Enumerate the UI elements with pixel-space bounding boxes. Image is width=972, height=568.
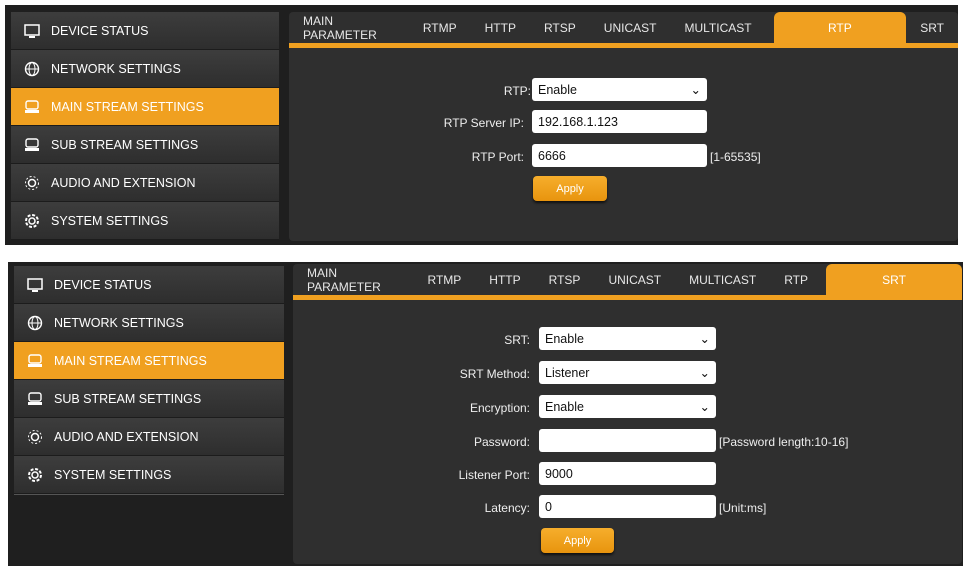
listener-port-label: Listener Port: [458,468,530,482]
tab-rtp[interactable]: RTP [770,264,822,295]
tab-rtp[interactable]: RTP [773,12,907,43]
srt-label: SRT: [504,333,530,347]
encryption-value: Enable [545,399,584,414]
srt-method-select[interactable]: Listener ⌄ [539,361,716,384]
password-hint: [Password length:10-16] [719,435,849,449]
sidebar-item-label: MAIN STREAM SETTINGS [51,99,204,114]
tab-multicast[interactable]: MULTICAST [670,12,765,43]
rtp-label: RTP: [503,84,531,98]
srt-select[interactable]: Enable ⌄ [539,327,716,350]
audio-extension-icon [26,428,44,446]
tab-rtmp[interactable]: RTMP [414,264,476,295]
rtp-server-ip-label: RTP Server IP: [443,116,524,130]
audio-extension-icon [23,174,41,192]
tab-bar: MAIN PARAMETER RTMP HTTP RTSP UNICAST MU… [289,12,958,48]
sidebar-item-label: DEVICE STATUS [51,23,149,38]
stream-icon [23,98,41,116]
sidebar-item-label: AUDIO AND EXTENSION [51,175,196,190]
rtp-select-value: Enable [538,82,577,97]
gear-icon [23,212,41,230]
globe-icon [26,314,44,332]
sidebar-item-network-settings[interactable]: NETWORK SETTINGS [14,304,284,342]
chevron-down-icon: ⌄ [699,400,710,414]
sidebar-item-label: SYSTEM SETTINGS [51,213,169,228]
sidebar-item-main-stream-settings[interactable]: MAIN STREAM SETTINGS [11,88,279,126]
rtp-select[interactable]: Enable ⌄ [532,78,707,101]
srt-select-value: Enable [545,331,584,346]
rtp-port-input[interactable]: 6666 [532,144,707,167]
apply-button[interactable]: Apply [541,528,614,553]
latency-label: Latency: [484,501,530,515]
tab-main-parameter[interactable]: MAIN PARAMETER [293,264,414,295]
rtp-port-label: RTP Port: [471,150,524,164]
apply-button[interactable]: Apply [533,176,607,201]
sidebar: DEVICE STATUS NETWORK SETTINGS MAIN STRE… [11,12,279,240]
stream-icon [23,136,41,154]
sidebar-item-system-settings[interactable]: SYSTEM SETTINGS [14,456,284,494]
sidebar-item-sub-stream-settings[interactable]: SUB STREAM SETTINGS [14,380,284,418]
sidebar-item-label: SYSTEM SETTINGS [54,467,172,482]
latency-input[interactable]: 0 [539,495,716,518]
tab-unicast[interactable]: UNICAST [590,12,671,43]
tab-http[interactable]: HTTP [471,12,530,43]
sidebar-item-system-settings[interactable]: SYSTEM SETTINGS [11,202,279,240]
latency-hint: [Unit:ms] [719,501,767,515]
stream-icon [26,390,44,408]
sidebar-item-label: DEVICE STATUS [54,277,152,292]
sidebar-item-sub-stream-settings[interactable]: SUB STREAM SETTINGS [11,126,279,164]
sidebar-item-label: NETWORK SETTINGS [51,61,181,76]
stream-icon [26,352,44,370]
rtp-server-ip-input[interactable]: 192.168.1.123 [532,110,707,133]
tab-main-parameter[interactable]: MAIN PARAMETER [289,12,409,43]
listener-port-input[interactable]: 9000 [539,462,716,485]
sidebar-item-device-status[interactable]: DEVICE STATUS [14,266,284,304]
encryption-select[interactable]: Enable ⌄ [539,395,716,418]
srt-method-value: Listener [545,365,590,380]
sidebar-item-label: SUB STREAM SETTINGS [54,391,202,406]
srt-screenshot-panel: DEVICE STATUS NETWORK SETTINGS MAIN STRE… [8,262,963,566]
content-area: MAIN PARAMETER RTMP HTTP RTSP UNICAST MU… [289,12,958,241]
tab-multicast[interactable]: MULTICAST [675,264,770,295]
tab-rtmp[interactable]: RTMP [409,12,471,43]
monitor-icon [23,22,41,40]
password-label: Password: [473,435,530,449]
sidebar-item-audio-and-extension[interactable]: AUDIO AND EXTENSION [14,418,284,456]
tab-srt[interactable]: SRT [826,264,962,295]
sidebar-item-label: AUDIO AND EXTENSION [54,429,199,444]
chevron-down-icon: ⌄ [690,83,701,97]
encryption-label: Encryption: [469,401,530,415]
sidebar-item-device-status[interactable]: DEVICE STATUS [11,12,279,50]
sidebar-item-label: NETWORK SETTINGS [54,315,184,330]
sidebar-item-label: SUB STREAM SETTINGS [51,137,199,152]
rtp-port-hint: [1-65535] [710,150,761,164]
content-area: MAIN PARAMETER RTMP HTTP RTSP UNICAST MU… [293,264,962,564]
password-input[interactable] [539,429,716,452]
sidebar-item-main-stream-settings[interactable]: MAIN STREAM SETTINGS [14,342,284,380]
gear-icon [26,466,44,484]
sidebar-item-network-settings[interactable]: NETWORK SETTINGS [11,50,279,88]
sidebar-item-label: MAIN STREAM SETTINGS [54,353,207,368]
chevron-down-icon: ⌄ [699,332,710,346]
tab-rtsp[interactable]: RTSP [535,264,595,295]
rtp-screenshot-panel: DEVICE STATUS NETWORK SETTINGS MAIN STRE… [5,5,958,245]
monitor-icon [26,276,44,294]
tab-bar: MAIN PARAMETER RTMP HTTP RTSP UNICAST MU… [293,264,962,300]
srt-method-label: SRT Method: [459,367,530,381]
tab-http[interactable]: HTTP [475,264,534,295]
tab-rtsp[interactable]: RTSP [530,12,590,43]
globe-icon [23,60,41,78]
tab-srt[interactable]: SRT [906,12,958,43]
sidebar-item-audio-and-extension[interactable]: AUDIO AND EXTENSION [11,164,279,202]
tab-unicast[interactable]: UNICAST [594,264,675,295]
chevron-down-icon: ⌄ [699,366,710,380]
sidebar: DEVICE STATUS NETWORK SETTINGS MAIN STRE… [14,266,284,495]
